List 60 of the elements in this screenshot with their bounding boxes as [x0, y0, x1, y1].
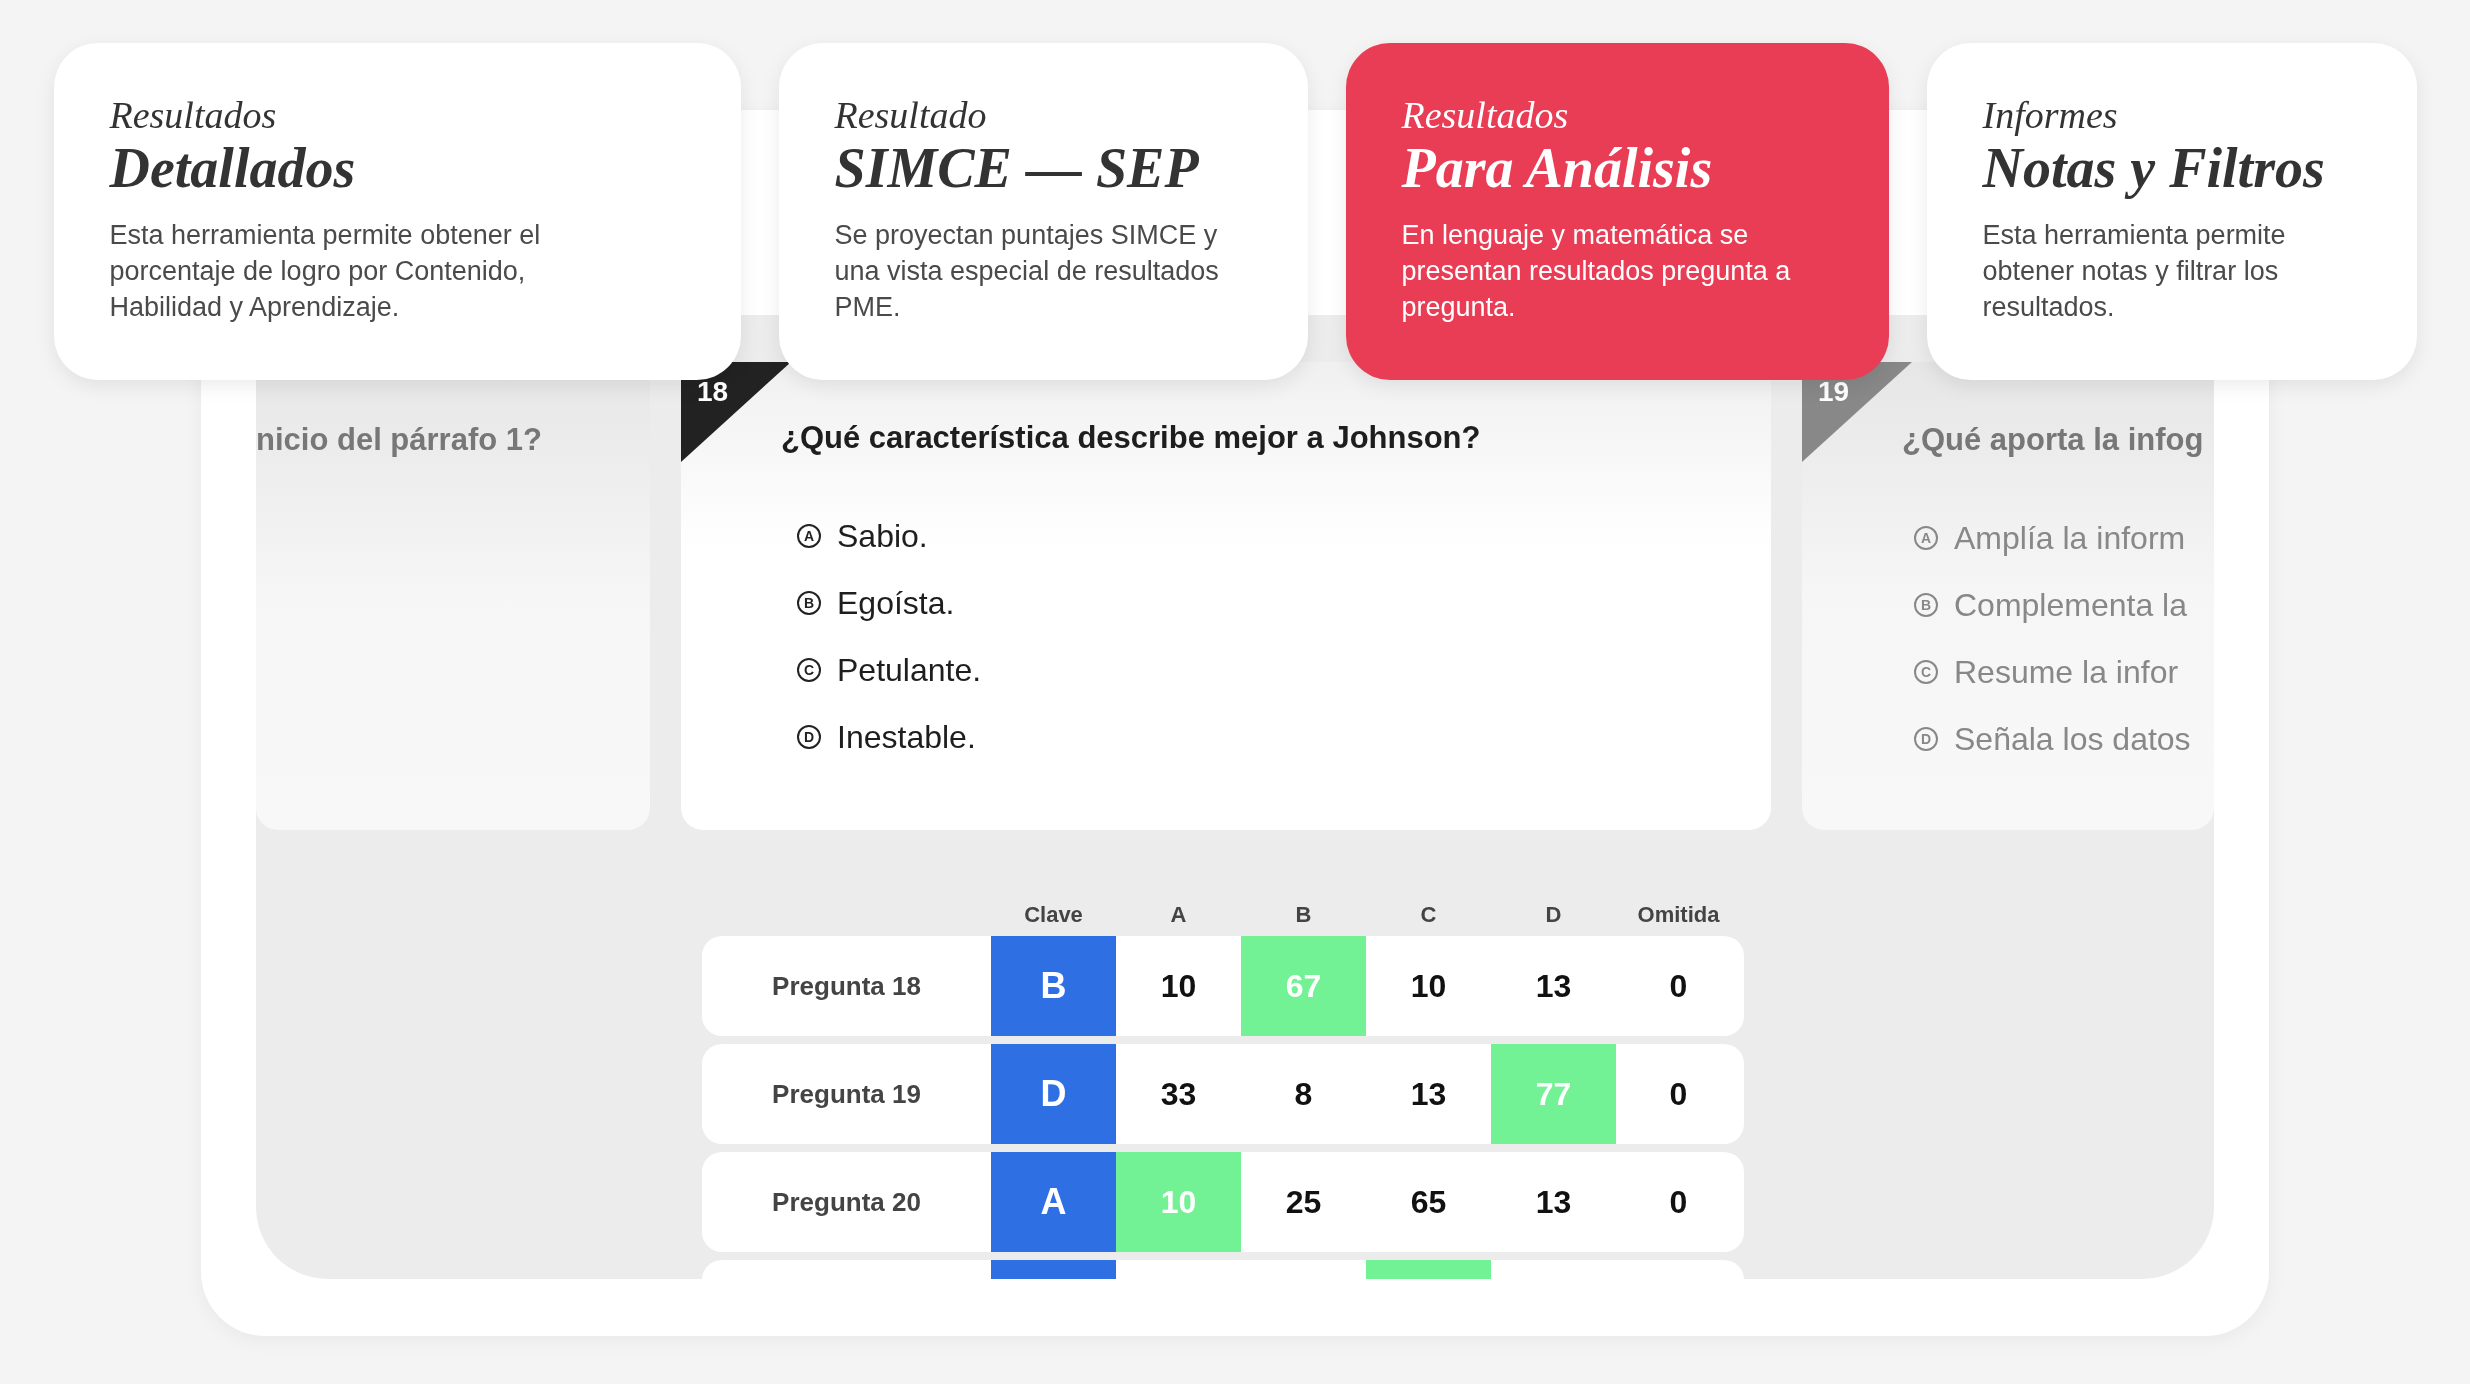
card-description: Esta herramienta permite obtener el porcentaje de logro por Contenido, Habilidad y Aprendizaje. — [109, 219, 542, 324]
option-letter: A — [1914, 526, 1938, 550]
key-cell: A — [991, 1152, 1116, 1252]
option-text: Sabio. — [837, 517, 928, 555]
tool-card[interactable]: Resultados Para Análisis En lenguaje y matemática se presentan resultados pregunta a pregunta. — [1345, 43, 1889, 380]
column-header: C — [1420, 902, 1437, 928]
column-header: D — [1545, 902, 1562, 928]
row-label: Pregunta 19 — [772, 1078, 921, 1110]
card-description: Se proyectan puntajes SIMCE y una vista especial de resultados PME. — [834, 219, 1220, 324]
card-title: Detallados — [109, 137, 356, 199]
card-title: SIMCE — SEP — [834, 137, 1199, 199]
card-overline: Resultado — [834, 93, 987, 137]
card-overline: Resultados — [109, 93, 277, 137]
table-cell-text: 0 — [1668, 1074, 1689, 1114]
column-header: Omitida — [1637, 902, 1720, 928]
table-cell-text: 10 — [1159, 966, 1198, 1006]
question-text: nicio del párrafo 1? — [256, 422, 543, 458]
table-cell-text: 13 — [1409, 1074, 1448, 1114]
row-label: Pregunta 20 — [772, 1186, 921, 1218]
option-text: Resume la infor — [1954, 653, 2179, 691]
option-letter: C — [797, 658, 821, 682]
table-cell: 10 — [1116, 1152, 1241, 1252]
option-letter: C — [1914, 660, 1938, 684]
tool-card[interactable]: Resultado SIMCE — SEP Se proyectan puntajes SIMCE y una vista especial de resultados PME. — [778, 43, 1308, 380]
option-letter: A — [797, 524, 821, 548]
option-letter: D — [797, 725, 821, 749]
key-cell: B — [991, 936, 1116, 1036]
option-text: Egoísta. — [837, 584, 955, 622]
row-label: Pregunta 18 — [772, 970, 921, 1002]
option-text: Amplía la inform — [1954, 519, 2186, 557]
card-title: Notas y Filtros — [1982, 137, 2325, 199]
tool-card[interactable]: Resultados Detallados Esta herramienta permite obtener el porcentaje de logro por Contenido, Habilidad y Aprendizaje. — [53, 43, 741, 380]
key-cell: D — [991, 1044, 1116, 1144]
table-cell: 67 — [1241, 936, 1366, 1036]
table-cell-text: 65 — [1409, 1182, 1448, 1222]
table-cell-text: 33 — [1159, 1074, 1198, 1114]
option-letter: B — [1914, 593, 1938, 617]
column-header: B — [1295, 902, 1312, 928]
card-overline: Informes — [1982, 93, 2118, 137]
card-description: Esta herramienta permite obtener notas y filtrar los resultados. — [1982, 219, 2287, 324]
table-cell-text: 10 — [1409, 966, 1448, 1006]
option-text: Inestable. — [837, 718, 976, 756]
option-letter: B — [797, 591, 821, 615]
option-text: Complementa la — [1954, 586, 2187, 624]
table-cell-text: 13 — [1534, 1182, 1573, 1222]
table-cell-text: 25 — [1284, 1182, 1323, 1222]
tool-card[interactable]: Informes Notas y Filtros Esta herramienta permite obtener notas y filtrar los resultados. — [1926, 43, 2417, 380]
option-letter: D — [1914, 727, 1938, 751]
table-cell-text: 0 — [1668, 966, 1689, 1006]
card-overline: Resultados — [1401, 93, 1569, 137]
option-text: Señala los datos — [1954, 720, 2191, 758]
table-cell: 77 — [1491, 1044, 1616, 1144]
table-cell-text: 13 — [1534, 966, 1573, 1006]
column-header: A — [1170, 902, 1187, 928]
card-title: Para Análisis — [1401, 137, 1713, 199]
option-text: Petulante. — [837, 651, 982, 689]
table-cell-text: 0 — [1668, 1182, 1689, 1222]
column-header: Clave — [1024, 902, 1083, 928]
table-cell-text: 8 — [1293, 1074, 1314, 1114]
card-description: En lenguaje y matemática se presentan resultados pregunta a pregunta. — [1401, 219, 1792, 324]
